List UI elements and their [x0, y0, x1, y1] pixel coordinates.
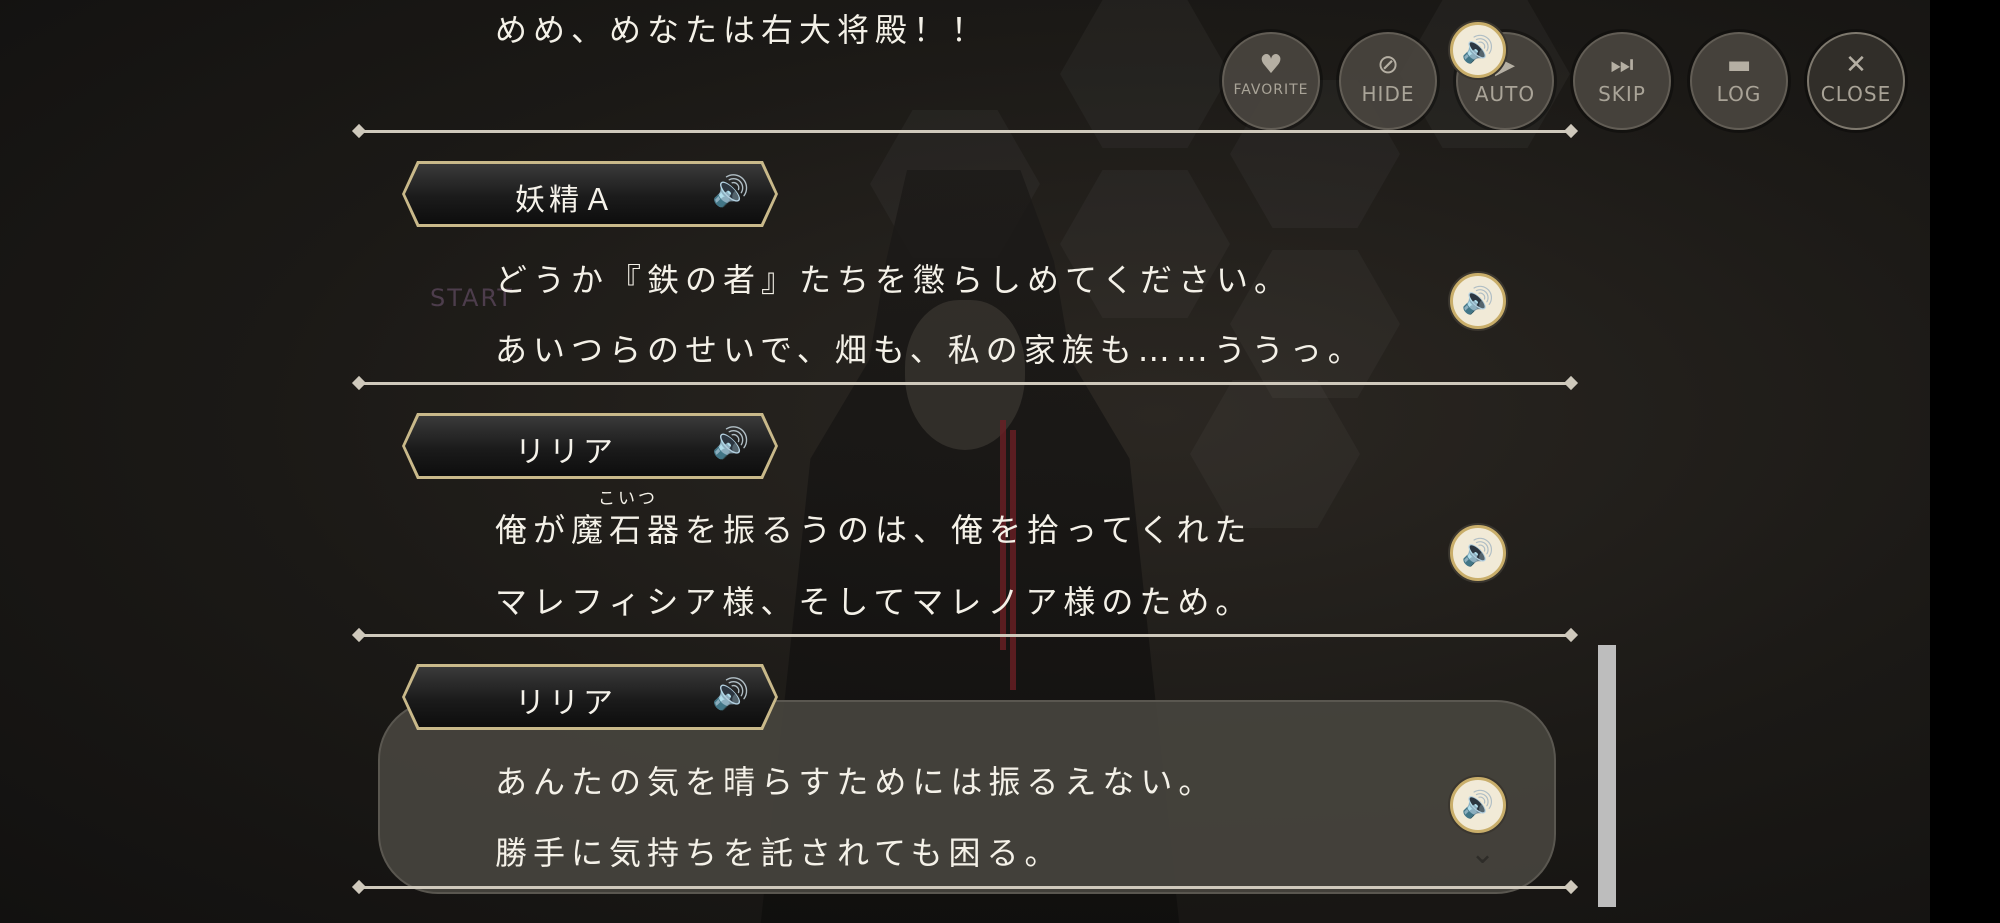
speaker-name: リリア	[515, 435, 617, 470]
character-face	[905, 300, 1025, 450]
hide-button[interactable]: ⊘ HIDE	[1339, 32, 1437, 130]
speaker-icon: 🔊	[712, 426, 750, 461]
voice-replay-button[interactable]: 🔊	[1450, 777, 1506, 833]
eye-slash-icon: ⊘	[1377, 50, 1399, 80]
skip-label: SKIP	[1598, 82, 1646, 106]
favorite-button[interactable]: ♥ FAVORITE	[1222, 32, 1320, 130]
log-divider	[360, 130, 1570, 133]
log-divider	[360, 886, 1570, 889]
heart-icon: ♥	[1259, 50, 1283, 80]
screen-edge-bar	[1930, 0, 2000, 923]
close-button[interactable]: ✕ CLOSE	[1807, 32, 1905, 130]
speaker-icon: 🔊	[1461, 35, 1495, 65]
voice-replay-button[interactable]: 🔊	[1450, 525, 1506, 581]
hide-label: HIDE	[1361, 82, 1415, 106]
hex-tile	[1060, 0, 1230, 148]
log-scrollbar-thumb[interactable]	[1598, 645, 1616, 907]
skip-button[interactable]: ⏭ SKIP	[1573, 32, 1671, 130]
auto-label: AUTO	[1474, 82, 1536, 106]
speaker-icon: 🔊	[712, 174, 750, 209]
dialogue-line: 俺が魔石器を振るうのは、俺を拾ってくれた	[495, 511, 1253, 549]
hair-streak	[1010, 430, 1016, 690]
voice-replay-button[interactable]: 🔊	[1450, 22, 1506, 78]
dialogue-line: マレフィシア様、そしてマレノア様のため。	[495, 583, 1254, 621]
speaker-name: リリア	[515, 686, 617, 721]
speaker-name: 妖精Ａ	[515, 183, 617, 218]
dialogue-line: あいつらのせいで、畑も、私の家族も……ううっ。	[495, 331, 1366, 369]
speaker-icon: 🔊	[712, 677, 750, 712]
log-label: LOG	[1716, 82, 1762, 106]
close-label: CLOSE	[1820, 82, 1892, 106]
dialogue-line: あんたの気を晴らすためには振るえない。	[495, 763, 1217, 801]
dialogue-line: 勝手に気持ちを託されても困る。	[495, 834, 1063, 872]
log-divider	[360, 634, 1570, 637]
skip-icon: ⏭	[1610, 50, 1634, 80]
chat-bubble-icon: ▬	[1726, 50, 1752, 80]
speaker-icon: 🔊	[1461, 538, 1495, 568]
chevron-down-icon: ⌄	[1470, 836, 1496, 871]
speaker-icon: 🔊	[1461, 790, 1495, 820]
favorite-label: FAVORITE	[1233, 82, 1309, 98]
voice-replay-button[interactable]: 🔊	[1450, 273, 1506, 329]
log-divider	[360, 382, 1570, 385]
log-button[interactable]: ▬ LOG	[1690, 32, 1788, 130]
dialogue-line: めめ、めなたは右大将殿！！	[495, 11, 990, 49]
dialogue-line: どうか『鉄の者』たちを懲らしめてください。	[495, 261, 1293, 299]
speaker-icon: 🔊	[1461, 286, 1495, 316]
x-icon: ✕	[1845, 50, 1867, 80]
